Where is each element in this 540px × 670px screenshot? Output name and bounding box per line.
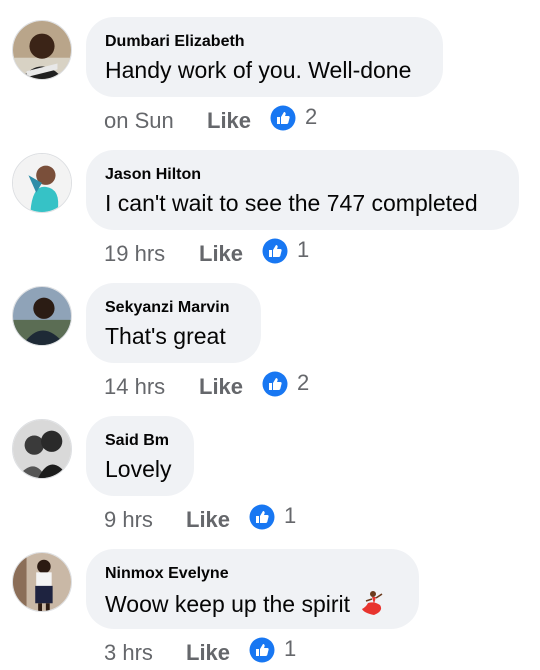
dancer-emoji [358,589,386,617]
avatar[interactable] [12,286,72,346]
reaction-count: 2 [297,370,310,395]
comment-time[interactable]: 3 hrs [104,640,153,666]
like-reaction-icon [262,371,288,397]
like-reaction-icon [270,105,296,131]
like-reaction-icon [262,238,288,264]
like-button[interactable]: Like [186,640,230,666]
reaction-count: 1 [284,636,297,661]
like-reaction-icon [249,637,275,663]
reaction-count: 1 [284,503,297,528]
comment-item: Jason Hilton I can't wait to see the 747… [0,133,540,266]
comment-author[interactable]: Sekyanzi Marvin [105,299,230,317]
comment-text-content: Woow keep up the spirit [105,591,351,617]
reaction-count: 2 [305,104,318,129]
comment-item: Sekyanzi Marvin That's great 14 hrs Like… [0,266,540,399]
avatar[interactable] [12,153,72,213]
comment-bubble: Dumbari Elizabeth Handy work of you. Wel… [86,17,443,97]
comment-bubble: Ninmox Evelyne Woow keep up the spirit [86,549,419,629]
comment-time[interactable]: 14 hrs [104,374,165,400]
comment-author[interactable]: Dumbari Elizabeth [105,33,245,51]
comment-item: Dumbari Elizabeth Handy work of you. Wel… [0,0,540,133]
comment-meta: 3 hrs Like 1 [0,636,540,670]
comment-author[interactable]: Jason Hilton [105,166,201,184]
comment-author[interactable]: Ninmox Evelyne [105,565,229,583]
comment-time[interactable]: 19 hrs [104,241,165,267]
avatar[interactable] [12,552,72,612]
avatar[interactable] [12,20,72,80]
comment-text: Handy work of you. Well-done [105,57,412,83]
like-reaction-icon [249,504,275,530]
comment-text: That's great [105,323,226,349]
like-button[interactable]: Like [199,241,243,267]
comment-item: Ninmox Evelyne Woow keep up the spirit 3… [0,532,540,665]
like-button[interactable]: Like [199,374,243,400]
comment-bubble: Jason Hilton I can't wait to see the 747… [86,150,519,230]
comment-bubble: Said Bm Lovely [86,416,194,496]
comment-bubble: Sekyanzi Marvin That's great [86,283,261,363]
reaction-count: 1 [297,237,310,262]
comment-text: Woow keep up the spirit [105,589,386,618]
comment-text: I can't wait to see the 747 completed [105,190,478,216]
comment-item: Said Bm Lovely 9 hrs Like 1 [0,399,540,532]
comment-time[interactable]: 9 hrs [104,507,153,533]
comment-time[interactable]: on Sun [104,108,174,134]
avatar[interactable] [12,419,72,479]
comment-author[interactable]: Said Bm [105,432,169,450]
comment-text: Lovely [105,456,172,482]
like-button[interactable]: Like [207,108,251,134]
like-button[interactable]: Like [186,507,230,533]
